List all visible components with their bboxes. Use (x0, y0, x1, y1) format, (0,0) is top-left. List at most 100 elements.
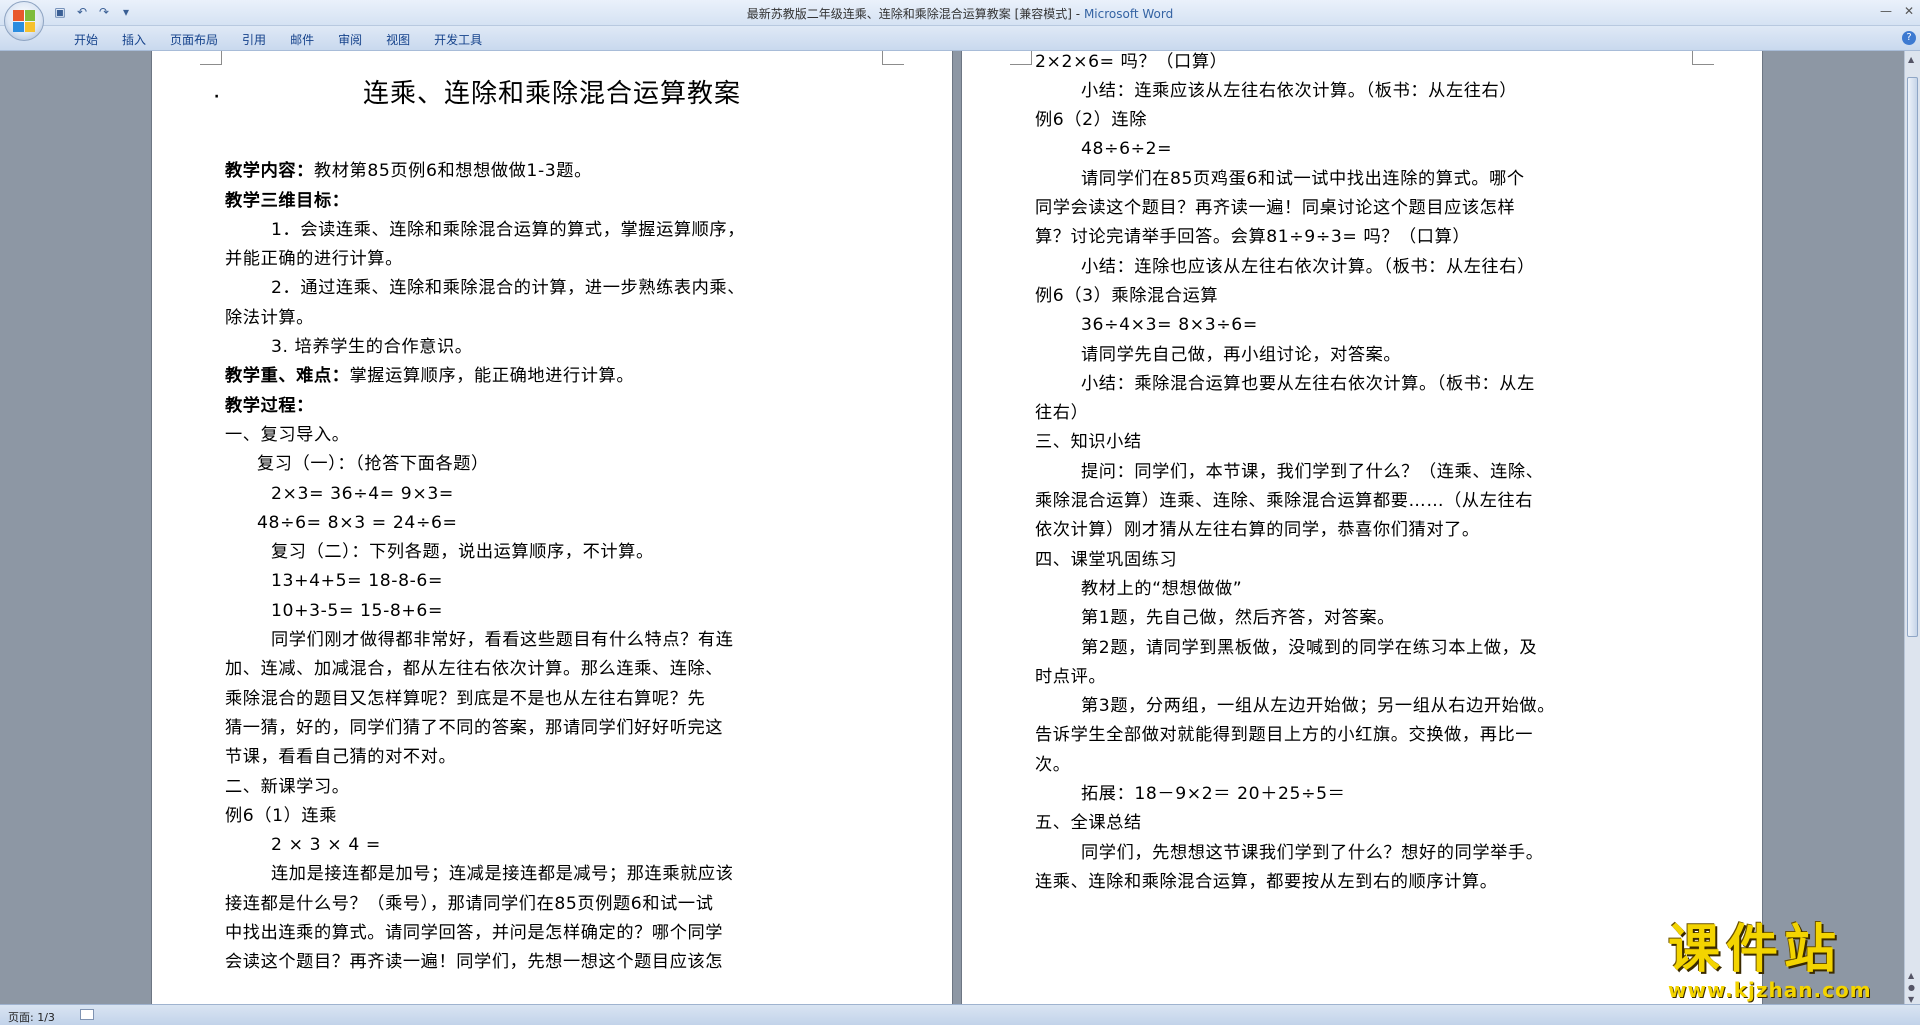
text-line: 节课，看看自己猜的对不对。 (225, 747, 457, 768)
text-line: 乘除混合的题目又怎样算呢？到底是不是也从左往右算呢？先 (225, 688, 706, 709)
text-line: 告诉学生全部做对就能得到题目上方的小红旗。交换做，再比一 (1035, 725, 1534, 746)
help-icon[interactable]: ? (1902, 31, 1916, 45)
page-count[interactable]: 页面: 1/3 (8, 1009, 55, 1025)
text-line: 依次计算）刚才猜从左往右算的同学，恭喜你们猜对了。 (1035, 520, 1480, 541)
text-line: 2×2×6= 吗？（口算） (1035, 51, 1228, 72)
heading-label: 教学内容： (225, 161, 314, 182)
text-line: 教学三维目标： (225, 187, 817, 216)
window-title: 最新苏教版二年级连乘、连除和乘除混合运算教案 [兼容模式] - Microsof… (746, 7, 1174, 21)
page-2-body: 样算？提示书上已经做了，同学们能看懂吗？和你们想的一不一样？写的时候要不要向书上… (1035, 51, 1627, 897)
text-line: 3. 培养学生的合作意识。 (271, 337, 473, 358)
crop-mark (1692, 51, 1714, 65)
text-line: 教学内容：教材第85页例6和想想做做1-3题。 (225, 161, 592, 182)
ribbon-tab[interactable]: 视图 (374, 31, 422, 49)
crop-mark (200, 51, 222, 65)
close-icon[interactable]: ✕ (1904, 4, 1914, 18)
document-workspace: · 连乘、连除和乘除混合运算教案 教学内容：教材第85页例6和想想做做1-3题。… (0, 51, 1904, 1004)
text-line: 36÷4×3= 8×3÷6= (1081, 315, 1258, 336)
ribbon-tab[interactable]: 开发工具 (422, 31, 494, 49)
text-line: 猜一猜，好的，同学们猜了不同的答案，那请同学们好好听完这 (225, 717, 724, 738)
text-line: 第2题，请同学到黑板做，没喊到的同学在练习本上做，及 (1081, 637, 1538, 658)
minimize-icon[interactable]: — (1880, 4, 1892, 18)
text-line: 复习（二）：下列各题，说出运算顺序，不计算。 (271, 542, 654, 563)
text-line: 加、连减、加减混合，都从左往右依次计算。那么连乘、连除、 (225, 659, 724, 680)
text-line: 例6（2）连除 (1035, 110, 1148, 131)
text-line: 复习（一）：（抢答下面各题） (257, 454, 489, 475)
text-line: 中找出连乘的算式。请同学回答，并问是怎样确定的？哪个同学 (225, 923, 724, 944)
app-name: Microsoft Word (1083, 7, 1174, 21)
text-line: 2×3= 36÷4= 9×3= (271, 483, 454, 504)
text-line: 五、全课总结 (1035, 813, 1142, 834)
crop-mark (1010, 51, 1032, 65)
text-line: 二、新课学习。 (225, 776, 350, 797)
text-line: 13+4+5= 18-8-6= (271, 571, 443, 592)
text-line (225, 128, 817, 157)
text-line: 同学们刚才做得都非常好，看看这些题目有什么特点？有连 (271, 630, 734, 651)
text-line: 1．会读连乘、连除和乘除混合运算的算式，掌握运算顺序， (271, 219, 746, 240)
watermark-url: www.kjzhan.com (1668, 978, 1872, 1002)
browse-object-icon[interactable]: ● (1908, 983, 1915, 992)
scrollbar-thumb[interactable] (1907, 77, 1918, 637)
text-line: 10+3-5= 15-8+6= (271, 600, 443, 621)
watermark-name: 课件站 (1668, 920, 1843, 980)
previous-page-icon[interactable]: ▲ (1908, 971, 1914, 980)
status-bar: 页面: 1/3 (0, 1004, 1920, 1025)
spelling-check-icon[interactable] (80, 1009, 94, 1020)
text-line: 次。 (1035, 754, 1071, 775)
page-2[interactable]: 样算？提示书上已经做了，同学们能看懂吗？和你们想的一不一样？写的时候要不要向书上… (962, 51, 1762, 1004)
text-line: 除法计算。 (225, 307, 314, 328)
scroll-up-icon[interactable]: ▲ (1908, 55, 1914, 64)
ribbon-tab[interactable]: 审阅 (326, 31, 374, 49)
text-line: 2 × 3 × 4 = (271, 835, 381, 856)
text-line: 会读这个题目？再齐读一遍！同学们，先想一想这个题目应该怎 (225, 952, 724, 973)
ribbon-tab[interactable]: 开始 (62, 31, 110, 49)
office-logo-icon (13, 10, 35, 32)
vertical-scrollbar[interactable]: ▲ ▲ ● ▼ (1904, 51, 1920, 1004)
ribbon-tab-bar: 开始 插入 页面布局 引用 邮件 审阅 视图 开发工具 ? (0, 26, 1920, 51)
text-line: 例6（1）连乘 (225, 805, 338, 826)
office-button[interactable] (4, 1, 44, 41)
text-line: 连乘、连除和乘除混合运算，都要按从左到右的顺序计算。 (1035, 871, 1498, 892)
heading-label: 教学三维目标： (225, 190, 350, 211)
page-1-body: 教学内容：教材第85页例6和想想做做1-3题。 教学三维目标： 1．会读连乘、连除和… (225, 128, 817, 978)
word-window: ▣ ↶ ↷ ▾ 最新苏教版二年级连乘、连除和乘除混合运算教案 [兼容模式] - … (0, 0, 1920, 1025)
next-page-icon[interactable]: ▼ (1908, 995, 1914, 1004)
text-line: 提问：同学们，本节课，我们学到了什么？（连乘、连除、 (1081, 461, 1544, 482)
document-title: 最新苏教版二年级连乘、连除和乘除混合运算教案 [兼容模式] (746, 7, 1072, 21)
text-line: 算？讨论完请举手回答。会算81÷9÷3= 吗？（口算） (1035, 227, 1471, 248)
text-line: 教材上的“想想做做” (1081, 578, 1243, 599)
ribbon-tab[interactable]: 页面布局 (158, 31, 230, 49)
text-line: 连加是接连都是加号；连减是接连都是减号；那连乘就应该 (271, 864, 734, 885)
text-line: 同学们，先想想这节课我们学到了什么？想好的同学举手。 (1081, 842, 1544, 863)
text-line: 例6（3）乘除混合运算 (1035, 285, 1219, 306)
page-1[interactable]: · 连乘、连除和乘除混合运算教案 教学内容：教材第85页例6和想想做做1-3题。… (152, 51, 952, 1004)
text-line: 同学会读这个题目？再齐读一遍！同桌讨论这个题目应该怎样 (1035, 198, 1516, 219)
ribbon-tab[interactable]: 引用 (230, 31, 278, 49)
text-line: 三、知识小结 (1035, 432, 1142, 453)
text-line: 第1题，先自己做，然后齐答，对答案。 (1081, 608, 1395, 629)
heading-label: 教学过程： (225, 395, 314, 416)
text-line: 教学过程： (225, 392, 817, 421)
text-line: 请同学先自己做，再小组讨论，对答案。 (1081, 344, 1402, 365)
text-line: 一、复习导入。 (225, 424, 350, 445)
heading-label: 教学重、难点： (225, 366, 350, 387)
watermark-logo: 课件站 www.kjzhan.com (1668, 922, 1904, 1004)
crop-mark (882, 51, 904, 65)
text-line: 小结：连除也应该从左往右依次计算。（板书：从左往右） (1081, 256, 1535, 277)
text-line: 往右） (1035, 403, 1089, 424)
text-line: 48÷6= 8×3 = 24÷6= (257, 512, 458, 533)
text-line: 拓展：18－9×2＝ 20＋25÷5＝ (1081, 784, 1346, 805)
title-bar: ▣ ↶ ↷ ▾ 最新苏教版二年级连乘、连除和乘除混合运算教案 [兼容模式] - … (0, 0, 1920, 26)
ribbon-tabs: 开始 插入 页面布局 引用 邮件 审阅 视图 开发工具 (62, 31, 494, 49)
text-line: 请同学们在85页鸡蛋6和试一试中找出连除的算式。哪个 (1081, 168, 1525, 189)
ribbon-tab[interactable]: 插入 (110, 31, 158, 49)
text-line: 并能正确的进行计算。 (225, 249, 403, 270)
text-line: 时点评。 (1035, 666, 1107, 687)
text-line: 小结：乘除混合运算也要从左往右依次计算。（板书：从左 (1081, 373, 1535, 394)
text-line: 接连都是什么号？（乘号），那请同学们在85页例题6和试一试 (225, 893, 714, 914)
ribbon-tab[interactable]: 邮件 (278, 31, 326, 49)
document-heading: 连乘、连除和乘除混合运算教案 (362, 79, 741, 109)
text-line: 乘除混合运算）连乘、连除、乘除混合运算都要……（从左往右 (1035, 491, 1534, 512)
text-line: 四、课堂巩固练习 (1035, 549, 1178, 570)
window-controls: — ✕ (1880, 4, 1914, 18)
